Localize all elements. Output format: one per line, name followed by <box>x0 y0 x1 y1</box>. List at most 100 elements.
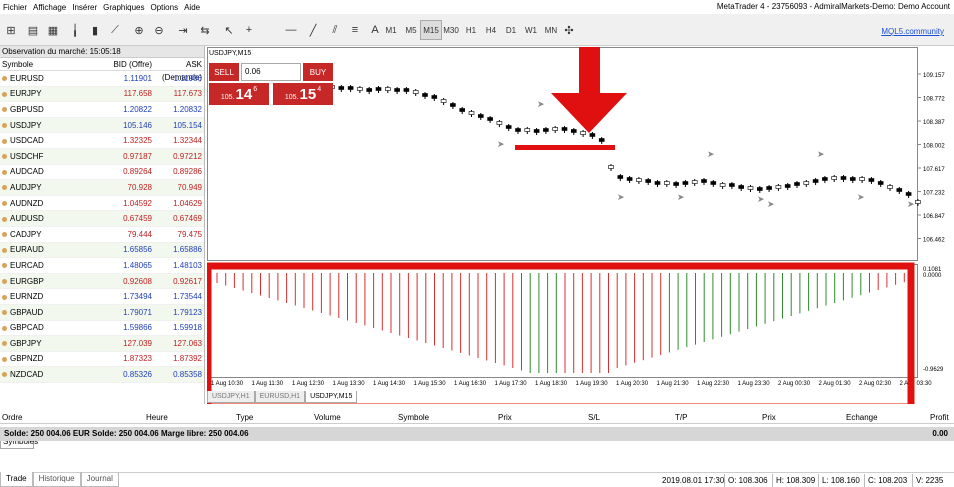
sell-price[interactable]: 105. 14 6 <box>209 83 269 105</box>
terminal-column-header[interactable]: Prix <box>498 413 512 422</box>
new-order-icon[interactable]: ⊞ <box>2 20 20 40</box>
market-watch-row[interactable]: AUDUSD 0.67459 0.67469 <box>0 211 204 227</box>
channel-icon[interactable]: ⫽ <box>326 20 344 40</box>
market-watch-row[interactable]: EURJPY 117.658 117.673 <box>0 86 204 103</box>
timeframe-m30[interactable]: M30 <box>440 20 462 40</box>
market-watch-row[interactable]: GBPAUD 1.79071 1.79123 <box>0 304 204 321</box>
symbol-cell: EURNZD <box>0 292 100 301</box>
zoom-out-icon[interactable]: ⊖ <box>150 20 168 40</box>
symbol-status-icon <box>2 138 7 144</box>
bid-cell: 1.32325 <box>123 136 152 146</box>
col-bid[interactable]: BID (Offre) <box>100 58 152 70</box>
terminal-column-header[interactable]: S/L <box>588 413 600 422</box>
terminal-tab[interactable]: Historique <box>32 472 81 487</box>
bid-cell: 117.658 <box>123 89 152 99</box>
profiles-icon[interactable]: ▤ <box>24 20 42 40</box>
line-chart-icon[interactable]: ⟋ <box>106 20 124 40</box>
market-watch-row[interactable]: EURAUD 1.65856 1.65886 <box>0 242 204 259</box>
menu-file[interactable]: Fichier <box>0 3 30 12</box>
terminal-column-header[interactable]: Type <box>236 413 253 422</box>
lot-size-input[interactable]: 0.06 <box>241 63 301 81</box>
market-watch-row[interactable]: EURNZD 1.73494 1.73544 <box>0 289 204 305</box>
timeframe-h4[interactable]: H4 <box>480 20 502 40</box>
market-watch-row[interactable]: GBPUSD 1.20822 1.20832 <box>0 102 204 118</box>
zoom-in-icon[interactable]: ⊕ <box>130 20 148 40</box>
candle-body <box>877 181 884 185</box>
market-watch-row[interactable]: GBPNZD 1.87323 1.87392 <box>0 352 204 368</box>
col-symbol[interactable]: Symbole <box>0 58 100 70</box>
trendline-icon[interactable]: ╱ <box>304 20 322 40</box>
candle-body <box>450 103 456 107</box>
terminal-tab[interactable]: Journal <box>80 472 119 487</box>
menu-help[interactable]: Aide <box>181 3 203 12</box>
timeframe-h1[interactable]: H1 <box>460 20 482 40</box>
menu-insert[interactable]: Insérer <box>69 3 100 12</box>
templates-icon[interactable]: ✣ <box>560 20 578 40</box>
timeframe-mn[interactable]: MN <box>540 20 562 40</box>
chart-tab[interactable]: USDJPY,H1 <box>207 391 255 403</box>
chart-symbol-label: USDJPY,M15 <box>209 50 252 57</box>
crosshair-icon[interactable]: + <box>240 20 258 40</box>
col-ask[interactable]: ASK (Demande) <box>152 58 202 82</box>
cursor-icon[interactable]: ↖ <box>220 20 238 40</box>
chart-shift-icon[interactable]: ⇥ <box>174 20 192 40</box>
candlestick-icon[interactable]: ▮ <box>86 20 104 40</box>
market-watch-row[interactable]: EURUSD 1.11901 1.11906 <box>0 71 204 87</box>
fibo-icon[interactable]: ≡ <box>346 20 364 40</box>
terminal-column-header[interactable]: Heure <box>146 413 168 422</box>
candle-body <box>385 87 391 91</box>
chart-window[interactable]: 109.157 108.772 108.387 108.002 107.617 107.2… <box>207 47 954 404</box>
market-watch-row[interactable]: GBPCAD 1.59866 1.59918 <box>0 321 204 337</box>
market-watch-row[interactable]: CADJPY 79.444 79.475 <box>0 227 204 243</box>
candle-body <box>868 178 875 182</box>
menu-options[interactable]: Options <box>148 3 182 12</box>
terminal-column-header[interactable]: Volume <box>314 413 341 422</box>
buy-button[interactable]: BUY <box>303 63 333 81</box>
terminal-column-header[interactable]: T/P <box>675 413 687 422</box>
market-watch-row[interactable]: EURGBP 0.92608 0.92617 <box>0 273 204 290</box>
oscillator-tick-label: 0.0000 <box>923 273 942 279</box>
sell-button[interactable]: SELL <box>209 63 239 81</box>
market-watch-row[interactable]: EURCAD 1.48065 1.48103 <box>0 258 204 274</box>
fractal-arrow-icon: ➤ <box>707 149 715 159</box>
terminal-column-header[interactable]: Ordre <box>2 413 22 422</box>
market-watch-row[interactable]: AUDJPY 70.928 70.949 <box>0 180 204 196</box>
chart-tab[interactable]: USDJPY,M15 <box>305 391 358 403</box>
symbol-status-icon <box>2 169 7 175</box>
terminal-column-header[interactable]: Symbole <box>398 413 429 422</box>
buy-price[interactable]: 105. 15 4 <box>273 83 333 105</box>
sell-price-prefix: 105. <box>220 94 235 101</box>
market-watch-icon[interactable]: ▦ <box>44 20 62 40</box>
bar-chart-icon[interactable]: ╽ <box>66 20 84 40</box>
symbol-name: USDJPY <box>10 120 42 130</box>
timeframe-m15[interactable]: M15 <box>420 20 442 40</box>
market-watch-row[interactable]: USDCAD 1.32325 1.32344 <box>0 133 204 149</box>
market-watch-row[interactable]: USDCHF 0.97187 0.97212 <box>0 148 204 165</box>
symbol-status-icon <box>2 278 7 284</box>
menu-view[interactable]: Affichage <box>30 3 69 12</box>
chart-tab[interactable]: EURUSD,H1 <box>254 391 306 403</box>
terminal-column-header[interactable]: Prix <box>762 413 776 422</box>
terminal-tab[interactable]: Trade <box>0 472 33 487</box>
hline-icon[interactable]: — <box>282 20 300 40</box>
market-watch-row[interactable]: GBPJPY 127.039 127.063 <box>0 336 204 352</box>
status-close: C: 108.203 <box>868 476 908 485</box>
ask-cell: 0.92617 <box>173 276 202 286</box>
market-watch-row[interactable]: NZDCAD 0.85326 0.85358 <box>0 367 204 383</box>
market-watch-row[interactable]: AUDCAD 0.89264 0.89286 <box>0 165 204 181</box>
autoscroll-icon[interactable]: ⇆ <box>196 20 214 40</box>
timeframe-d1[interactable]: D1 <box>500 20 522 40</box>
timeframe-m1[interactable]: M1 <box>380 20 402 40</box>
mql5-link[interactable]: MQL5.community <box>881 27 944 36</box>
market-watch-row[interactable]: AUDNZD 1.04592 1.04629 <box>0 196 204 212</box>
menu-charts[interactable]: Graphiques <box>100 3 147 12</box>
symbol-name: USDCAD <box>10 136 44 146</box>
timeframe-w1[interactable]: W1 <box>520 20 542 40</box>
terminal-column-header[interactable]: Echange <box>846 413 878 422</box>
market-watch-row[interactable]: USDJPY 105.146 105.154 <box>0 117 204 134</box>
symbol-name: AUDJPY <box>10 182 42 192</box>
status-low: L: 108.160 <box>822 476 860 485</box>
fractal-arrow-icon: ➤ <box>857 192 865 202</box>
terminal-column-header[interactable]: Profit <box>930 413 949 422</box>
timeframe-m5[interactable]: M5 <box>400 20 422 40</box>
